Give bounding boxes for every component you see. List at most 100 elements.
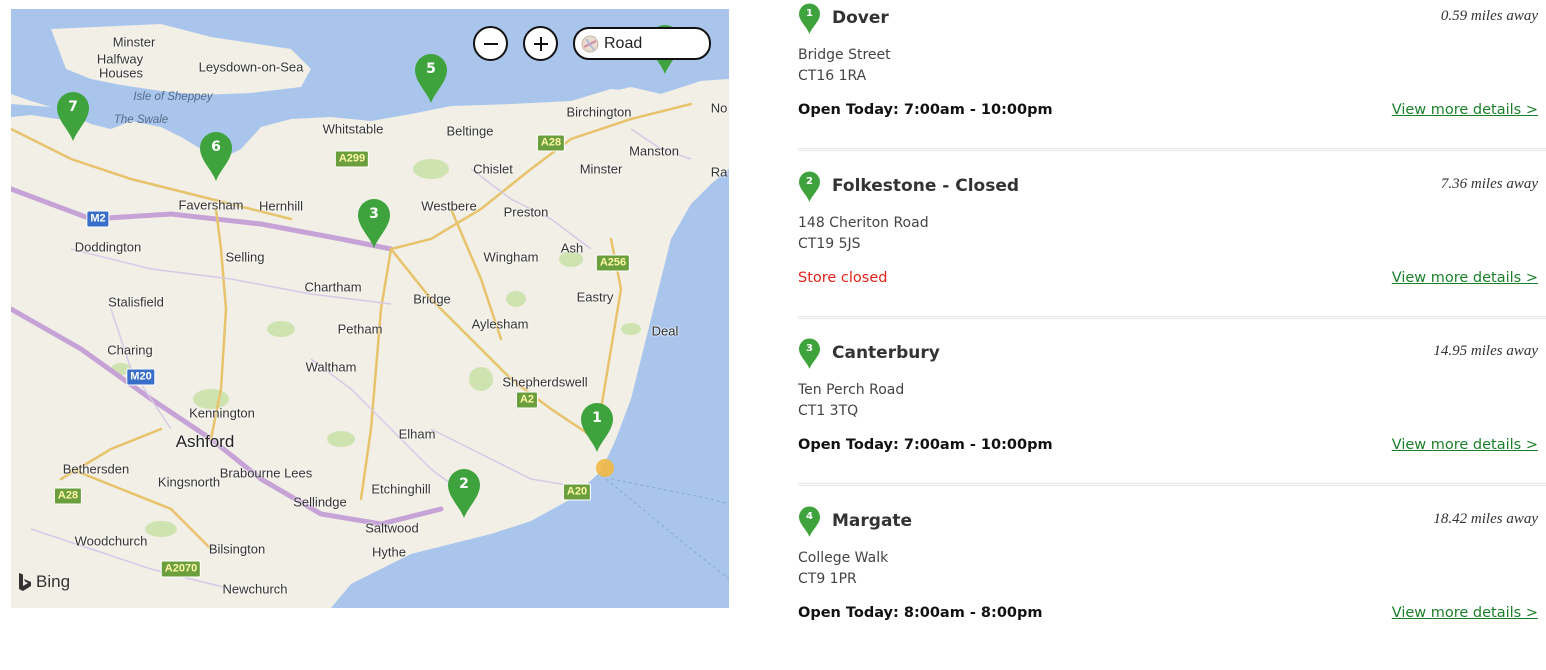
map-town-label: Birchington [566,105,631,120]
map-pin-number: 5 [413,61,449,77]
map-town-label: Ash [561,241,583,256]
map-town-label: Leysdown-on-Sea [199,60,304,75]
store-address-postcode: CT19 5JS [798,236,861,252]
store-divider [798,316,1546,319]
map-pin-3[interactable]: 3 [356,197,392,249]
road-shield: A2070 [161,561,201,578]
map-town-label: Eastry [577,290,614,305]
store-distance: 18.42 miles away [1433,511,1538,528]
map-town-label: Brabourne Lees [220,466,313,481]
view-more-details-link[interactable]: View more details > [1392,437,1538,453]
store-distance: 7.36 miles away [1441,176,1538,193]
map-town-label: Preston [504,205,549,220]
map-pin-icon [55,90,91,142]
store-distance: 14.95 miles away [1433,343,1538,360]
store-card: 3 Canterbury 14.95 miles away Ten Perch Roa… [798,335,1546,503]
road-shield: A28 [537,135,565,152]
bing-logo-icon [17,572,33,592]
map-pin-icon [413,52,449,104]
map-town-label: Hythe [372,545,406,560]
map-pin-5[interactable]: 5 [413,52,449,104]
map-town-label: Elham [399,427,436,442]
map-town-label: Chislet [473,162,513,177]
road-shield: A256 [596,255,630,272]
store-address-street: Ten Perch Road [798,382,904,398]
map-town-label: Bethersden [63,462,130,477]
store-name: Margate [832,511,912,531]
store-distance: 0.59 miles away [1441,8,1538,25]
minus-icon [481,34,501,54]
map-type-label: Road [604,35,642,53]
road-shield: M20 [126,369,155,386]
map-pin-1[interactable]: 1 [579,401,615,453]
map-town-label: Chartham [304,280,361,295]
zoom-out-button[interactable] [473,26,508,61]
store-card: 4Margate18.42 miles awayCollege WalkCT9 … [798,503,1546,670]
store-map[interactable]: Minster HalfwayHouses Leysdown-on-Sea Isle … [11,9,729,608]
store-opening-hours: Open Today: 8:00am - 8:00pm [798,605,1042,621]
store-pin-icon: 1 [798,3,821,35]
store-address-street: 148 Cheriton Road [798,215,929,231]
store-opening-hours: Open Today: 7:00am - 10:00pm [798,437,1053,453]
map-pin-6[interactable]: 6 [198,130,234,182]
view-more-details-link[interactable]: View more details > [1392,102,1538,118]
map-town-label: Etchinghill [371,482,430,497]
store-number: 4 [798,511,821,522]
map-town-label: Minster [580,162,623,177]
map-town-label: Doddington [75,240,142,255]
map-pin-number: 7 [55,99,91,115]
bing-label: Bing [36,572,70,592]
map-town-label: Isle of Sheppey [133,91,212,103]
road-shield: A28 [54,488,82,505]
map-type-selector[interactable]: Road [573,27,711,60]
store-pin-icon: 3 [798,338,821,370]
store-address-postcode: CT16 1RA [798,68,866,84]
map-town-label: Ashford [176,432,235,452]
store-pin-icon: 2 [798,171,821,203]
view-more-details-link[interactable]: View more details > [1392,270,1538,286]
map-town-label: Minster [113,35,156,50]
map-town-label: Westbere [421,199,476,214]
map-town-label: Sellindge [293,495,347,510]
map-town-label: Wingham [484,250,539,265]
store-number: 3 [798,343,821,354]
store-number: 2 [798,176,821,187]
road-map-icon [581,35,599,53]
map-pin-icon [356,197,392,249]
map-town-label: Newchurch [222,582,287,597]
map-town-label: Houses [99,66,143,81]
store-name: Canterbury [832,343,940,363]
store-closed-status: Store closed [798,270,888,286]
map-town-label: Petham [338,322,383,337]
store-card: 1Dover0.59 miles awayBridge StreetCT16 1… [798,0,1546,168]
plus-icon [531,34,551,54]
map-town-label: Kennington [189,406,255,421]
map-pin-icon [579,401,615,453]
road-shield: A2 [516,392,538,409]
map-town-label: Kingsnorth [158,475,220,490]
map-town-label: Charing [107,343,153,358]
map-town-label: Stalisfield [108,295,164,310]
map-pin-2[interactable]: 2 [446,467,482,519]
map-pin-number: 3 [356,206,392,222]
map-town-label: Whitstable [323,122,384,137]
store-address-postcode: CT9 1PR [798,571,857,587]
map-town-label: Manston [629,144,679,159]
map-pin-icon [198,130,234,182]
map-town-label: The Swale [114,114,168,126]
map-town-label: Aylesham [472,317,529,332]
store-opening-hours: Open Today: 7:00am - 10:00pm [798,102,1053,118]
map-town-label: Deal [652,324,679,339]
map-pin-7[interactable]: 7 [55,90,91,142]
zoom-in-button[interactable] [523,26,558,61]
store-name: Folkestone - Closed [832,176,1019,196]
map-town-label: No [711,101,728,116]
map-pin-number: 6 [198,139,234,155]
store-address-street: Bridge Street [798,47,891,63]
map-town-label: Ra [711,165,728,180]
view-more-details-link[interactable]: View more details > [1392,605,1538,621]
map-town-label: Halfway [97,52,143,67]
store-divider [798,148,1546,151]
store-divider [798,483,1546,486]
map-pin-icon [446,467,482,519]
